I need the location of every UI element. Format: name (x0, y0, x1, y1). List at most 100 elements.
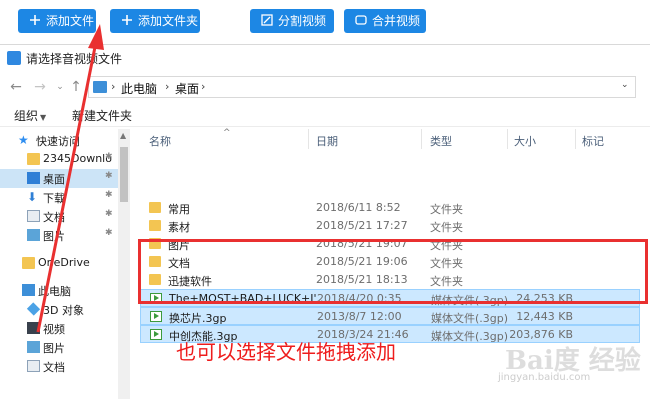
back-arrow-icon[interactable]: ← (8, 79, 24, 95)
nav-label: 文档 (43, 361, 65, 374)
nav-downloads[interactable]: ⬇ 下载 ✱ (0, 188, 118, 207)
chevron-down-icon[interactable]: ⌄ (621, 80, 629, 90)
split-icon (260, 11, 274, 26)
download-icon: ⬇ (27, 190, 38, 204)
column-header-date[interactable]: 日期 (316, 133, 338, 149)
nav-videos[interactable]: 视频 (0, 319, 118, 338)
column-divider[interactable] (575, 129, 576, 149)
video-icon (27, 322, 40, 334)
file-type: 文件夹 (430, 203, 463, 216)
add-file-label: 添加文件 (46, 14, 95, 28)
new-folder-button[interactable]: 新建文件夹 (72, 107, 132, 124)
picture-icon (27, 229, 40, 241)
nav-label: OneDrive (38, 256, 90, 269)
dialog-title: 请选择音视频文件 (26, 52, 123, 66)
scroll-up-icon[interactable]: ▲ (120, 131, 126, 140)
merge-video-button[interactable]: 合并视频 (344, 9, 426, 33)
file-type: 媒体文件(.3gp) (431, 312, 509, 325)
file-name: 换芯片.3gp (169, 312, 227, 325)
file-type: 文件夹 (430, 221, 463, 234)
nav-label: 图片 (43, 342, 65, 355)
file-type: 媒体文件(.3gp) (431, 330, 509, 343)
merge-video-label: 合并视频 (372, 14, 421, 28)
organize-label: 组织 (14, 109, 39, 123)
selection-highlight-box (138, 239, 648, 304)
nav-label: 桌面 (43, 173, 65, 186)
plus-icon (28, 11, 42, 25)
folder-icon (22, 257, 35, 269)
column-header-type[interactable]: 类型 (430, 133, 452, 149)
command-bar: 组织 ▼ 新建文件夹 (0, 103, 650, 127)
nav-quick-access[interactable]: ★ 快速访问 (0, 131, 118, 150)
nav-label: 图片 (43, 230, 65, 243)
media-file-icon (150, 329, 162, 340)
document-icon (27, 360, 40, 372)
nav-label: 此电脑 (38, 285, 71, 298)
column-header-size[interactable]: 大小 (514, 133, 536, 149)
pin-icon: ✱ (105, 152, 113, 162)
plus-icon (120, 11, 134, 25)
computer-icon (22, 284, 35, 296)
navigation-bar: ← → ⌄ ↑ › 此电脑 › 桌面 › ⌄ (0, 73, 650, 101)
nav-label: 视频 (43, 323, 65, 336)
add-folder-button[interactable]: 添加文件夹 (110, 9, 200, 33)
pin-icon: ✱ (105, 171, 113, 181)
desktop-icon (27, 172, 40, 184)
up-arrow-icon[interactable]: ↑ (68, 79, 84, 95)
merge-icon (354, 11, 368, 25)
picture-icon (27, 341, 40, 353)
chevron-down-icon[interactable]: ⌄ (52, 79, 68, 95)
pin-icon: ✱ (105, 228, 113, 238)
document-icon (27, 210, 40, 222)
file-row-folder[interactable]: 素材 2018/5/21 17:27 文件夹 (140, 217, 640, 235)
forward-arrow-icon[interactable]: → (32, 79, 48, 95)
nav-documents[interactable]: 文档 ✱ (0, 207, 118, 226)
navigation-pane: ★ 快速访问 2345Downlo ✱ 桌面 ✱ ⬇ 下载 ✱ 文档 ✱ 图片 … (0, 129, 132, 399)
app-icon (7, 51, 21, 65)
star-icon: ★ (18, 133, 29, 147)
nav-label: 文档 (43, 211, 65, 224)
nav-scrollbar[interactable]: ▲ (118, 129, 130, 399)
sort-ascending-icon: ^ (223, 128, 231, 138)
3d-object-icon (26, 302, 41, 316)
add-folder-label: 添加文件夹 (138, 14, 199, 28)
media-file-icon (150, 311, 162, 322)
pin-icon: ✱ (105, 190, 113, 200)
folder-icon (149, 220, 161, 231)
folder-icon (27, 153, 40, 165)
nav-this-pc[interactable]: 此电脑 (0, 281, 118, 300)
computer-icon (93, 81, 107, 93)
column-header-tags[interactable]: 标记 (582, 133, 604, 149)
nav-pictures[interactable]: 图片 ✱ (0, 226, 118, 245)
file-size: 12,443 KB (516, 310, 573, 323)
column-divider[interactable] (507, 129, 508, 149)
folder-icon (149, 202, 161, 213)
add-file-button[interactable]: 添加文件 (18, 9, 96, 33)
column-divider[interactable] (308, 129, 309, 149)
scrollbar-thumb[interactable] (120, 147, 128, 202)
breadcrumb-this-pc[interactable]: 此电脑 (121, 80, 157, 97)
nav-onedrive[interactable]: OneDrive (0, 254, 118, 273)
nav-3d-objects[interactable]: 3D 对象 (0, 300, 118, 319)
nav-desktop[interactable]: 桌面 ✱ (0, 169, 118, 188)
chevron-down-icon: ▼ (40, 113, 47, 122)
chevron-right-icon: › (111, 80, 116, 93)
file-date: 2018/6/11 8:52 (316, 201, 401, 214)
watermark-url: jingyan.baidu.com (498, 372, 591, 383)
column-header-name[interactable]: 名称 (149, 133, 171, 149)
nav-2345downloads[interactable]: 2345Downlo ✱ (0, 150, 118, 169)
nav-pictures-pc[interactable]: 图片 (0, 338, 118, 357)
column-divider[interactable] (421, 129, 422, 149)
organize-menu[interactable]: 组织 ▼ (14, 107, 46, 124)
nav-label: 2345Downlo (43, 152, 112, 165)
nav-documents-pc[interactable]: 文档 (0, 357, 118, 376)
split-video-label: 分割视频 (278, 14, 327, 28)
address-bar[interactable]: › 此电脑 › 桌面 › ⌄ (88, 76, 636, 98)
nav-label: 下载 (43, 192, 65, 205)
file-name: 素材 (168, 221, 190, 234)
file-row-media[interactable]: 换芯片.3gp 2013/8/7 12:00 媒体文件(.3gp) 12,443… (140, 307, 640, 325)
split-video-button[interactable]: 分割视频 (250, 9, 334, 33)
breadcrumb-desktop[interactable]: 桌面 (175, 80, 199, 97)
chevron-right-icon: › (165, 80, 170, 93)
file-row-folder[interactable]: 常用 2018/6/11 8:52 文件夹 (140, 199, 640, 217)
